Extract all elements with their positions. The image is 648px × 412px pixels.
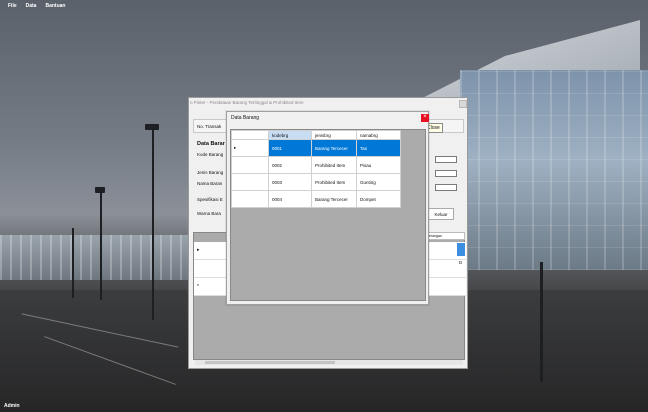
- menu-bantuan[interactable]: Bantuan: [45, 3, 65, 9]
- row-header-corner[interactable]: [231, 130, 269, 140]
- data-barang-grid[interactable]: kodebrg jenisbrg namabrg ▸ 0001 Barang T…: [230, 129, 426, 301]
- row-header[interactable]: [231, 190, 269, 208]
- warna-barang-label: Warna Bara: [197, 211, 221, 216]
- cell-namabrg[interactable]: Dompet: [356, 190, 401, 208]
- cell-jenisbrg[interactable]: Prohibited Item: [311, 156, 357, 174]
- nama-barang-input[interactable]: [435, 184, 457, 191]
- row-header[interactable]: ▸: [231, 139, 269, 157]
- row-header[interactable]: [231, 156, 269, 174]
- cell-namabrg[interactable]: Pisau: [356, 156, 401, 174]
- horizontal-scrollbar[interactable]: [195, 360, 463, 365]
- table-row[interactable]: 0002 Prohibited Item Pisau: [231, 156, 401, 174]
- cell-jenisbrg[interactable]: Prohibited Item: [311, 173, 357, 191]
- table-row[interactable]: ▸ 0001 Barang Tercecer Tas: [231, 139, 401, 157]
- light-pole: [152, 128, 154, 320]
- column-header-jenisbrg[interactable]: jenisbrg: [311, 130, 357, 140]
- nama-barang-label: Nama Baran: [197, 181, 223, 186]
- jenis-barang-label: Jenis Barang: [197, 170, 224, 175]
- main-form-close-button[interactable]: [459, 100, 467, 108]
- light-pole-lamp: [95, 187, 105, 193]
- dialog-title: Data Barang: [231, 115, 260, 121]
- menu-file[interactable]: File: [8, 3, 17, 9]
- data-barang-table: kodebrg jenisbrg namabrg ▸ 0001 Barang T…: [231, 130, 401, 208]
- cell-namabrg[interactable]: Gunting: [356, 173, 401, 191]
- table-row[interactable]: 0003 Prohibited Item Gunting: [231, 173, 401, 191]
- data-barang-dialog: Data Barang × kodebrg jenisbrg namabrg ▸…: [226, 111, 429, 305]
- keterangan-column-header[interactable]: terangan: [425, 232, 465, 240]
- main-form-title: n Pinter - Pendataan Barang Tertinggal &…: [190, 100, 304, 105]
- cell-kodebrg[interactable]: 0003: [268, 173, 312, 191]
- column-header-namabrg[interactable]: namabrg: [356, 130, 401, 140]
- current-row-marker: ▸: [197, 247, 200, 253]
- cell-kodebrg[interactable]: 0002: [268, 156, 312, 174]
- menu-data[interactable]: Data: [26, 3, 37, 9]
- light-pole-lamp: [145, 124, 159, 130]
- close-icon[interactable]: ×: [421, 114, 429, 122]
- row-header[interactable]: [231, 173, 269, 191]
- jenis-barang-input[interactable]: [435, 170, 457, 177]
- column-header-kodebrg[interactable]: kodebrg: [268, 130, 312, 140]
- terminal-glass-facade: [460, 70, 648, 270]
- selected-cell[interactable]: [457, 243, 465, 256]
- kode-barang-input[interactable]: [435, 156, 457, 163]
- app-menu-bar: File Data Bantuan: [0, 0, 648, 12]
- keluar-button[interactable]: Keluar: [428, 208, 454, 220]
- cell-jenisbrg[interactable]: Barang Tercecer: [311, 139, 357, 157]
- kode-barang-label: Kode Barang: [197, 152, 224, 157]
- logged-in-user: Admin: [4, 403, 20, 409]
- table-row[interactable]: 0004 Barang Tercecer Dompet: [231, 190, 401, 208]
- light-pole: [100, 190, 102, 300]
- data-barang-heading: Data Barar: [197, 141, 225, 147]
- spesifikasi-label: Spesifikasi E: [197, 197, 223, 202]
- table-header-row: kodebrg jenisbrg namabrg: [231, 130, 401, 140]
- cell-namabrg[interactable]: Tas: [356, 139, 401, 157]
- no-transaksi-label: No. Transak: [197, 124, 222, 129]
- scrollbar-thumb[interactable]: [205, 361, 335, 364]
- light-pole: [540, 262, 543, 382]
- grid-cell[interactable]: D: [459, 260, 462, 265]
- cell-jenisbrg[interactable]: Barang Tercecer: [311, 190, 357, 208]
- cell-kodebrg[interactable]: 0001: [268, 139, 312, 157]
- cell-kodebrg[interactable]: 0004: [268, 190, 312, 208]
- new-row-marker: *: [197, 284, 199, 290]
- light-pole: [72, 228, 74, 298]
- current-row-marker: ▸: [234, 145, 237, 150]
